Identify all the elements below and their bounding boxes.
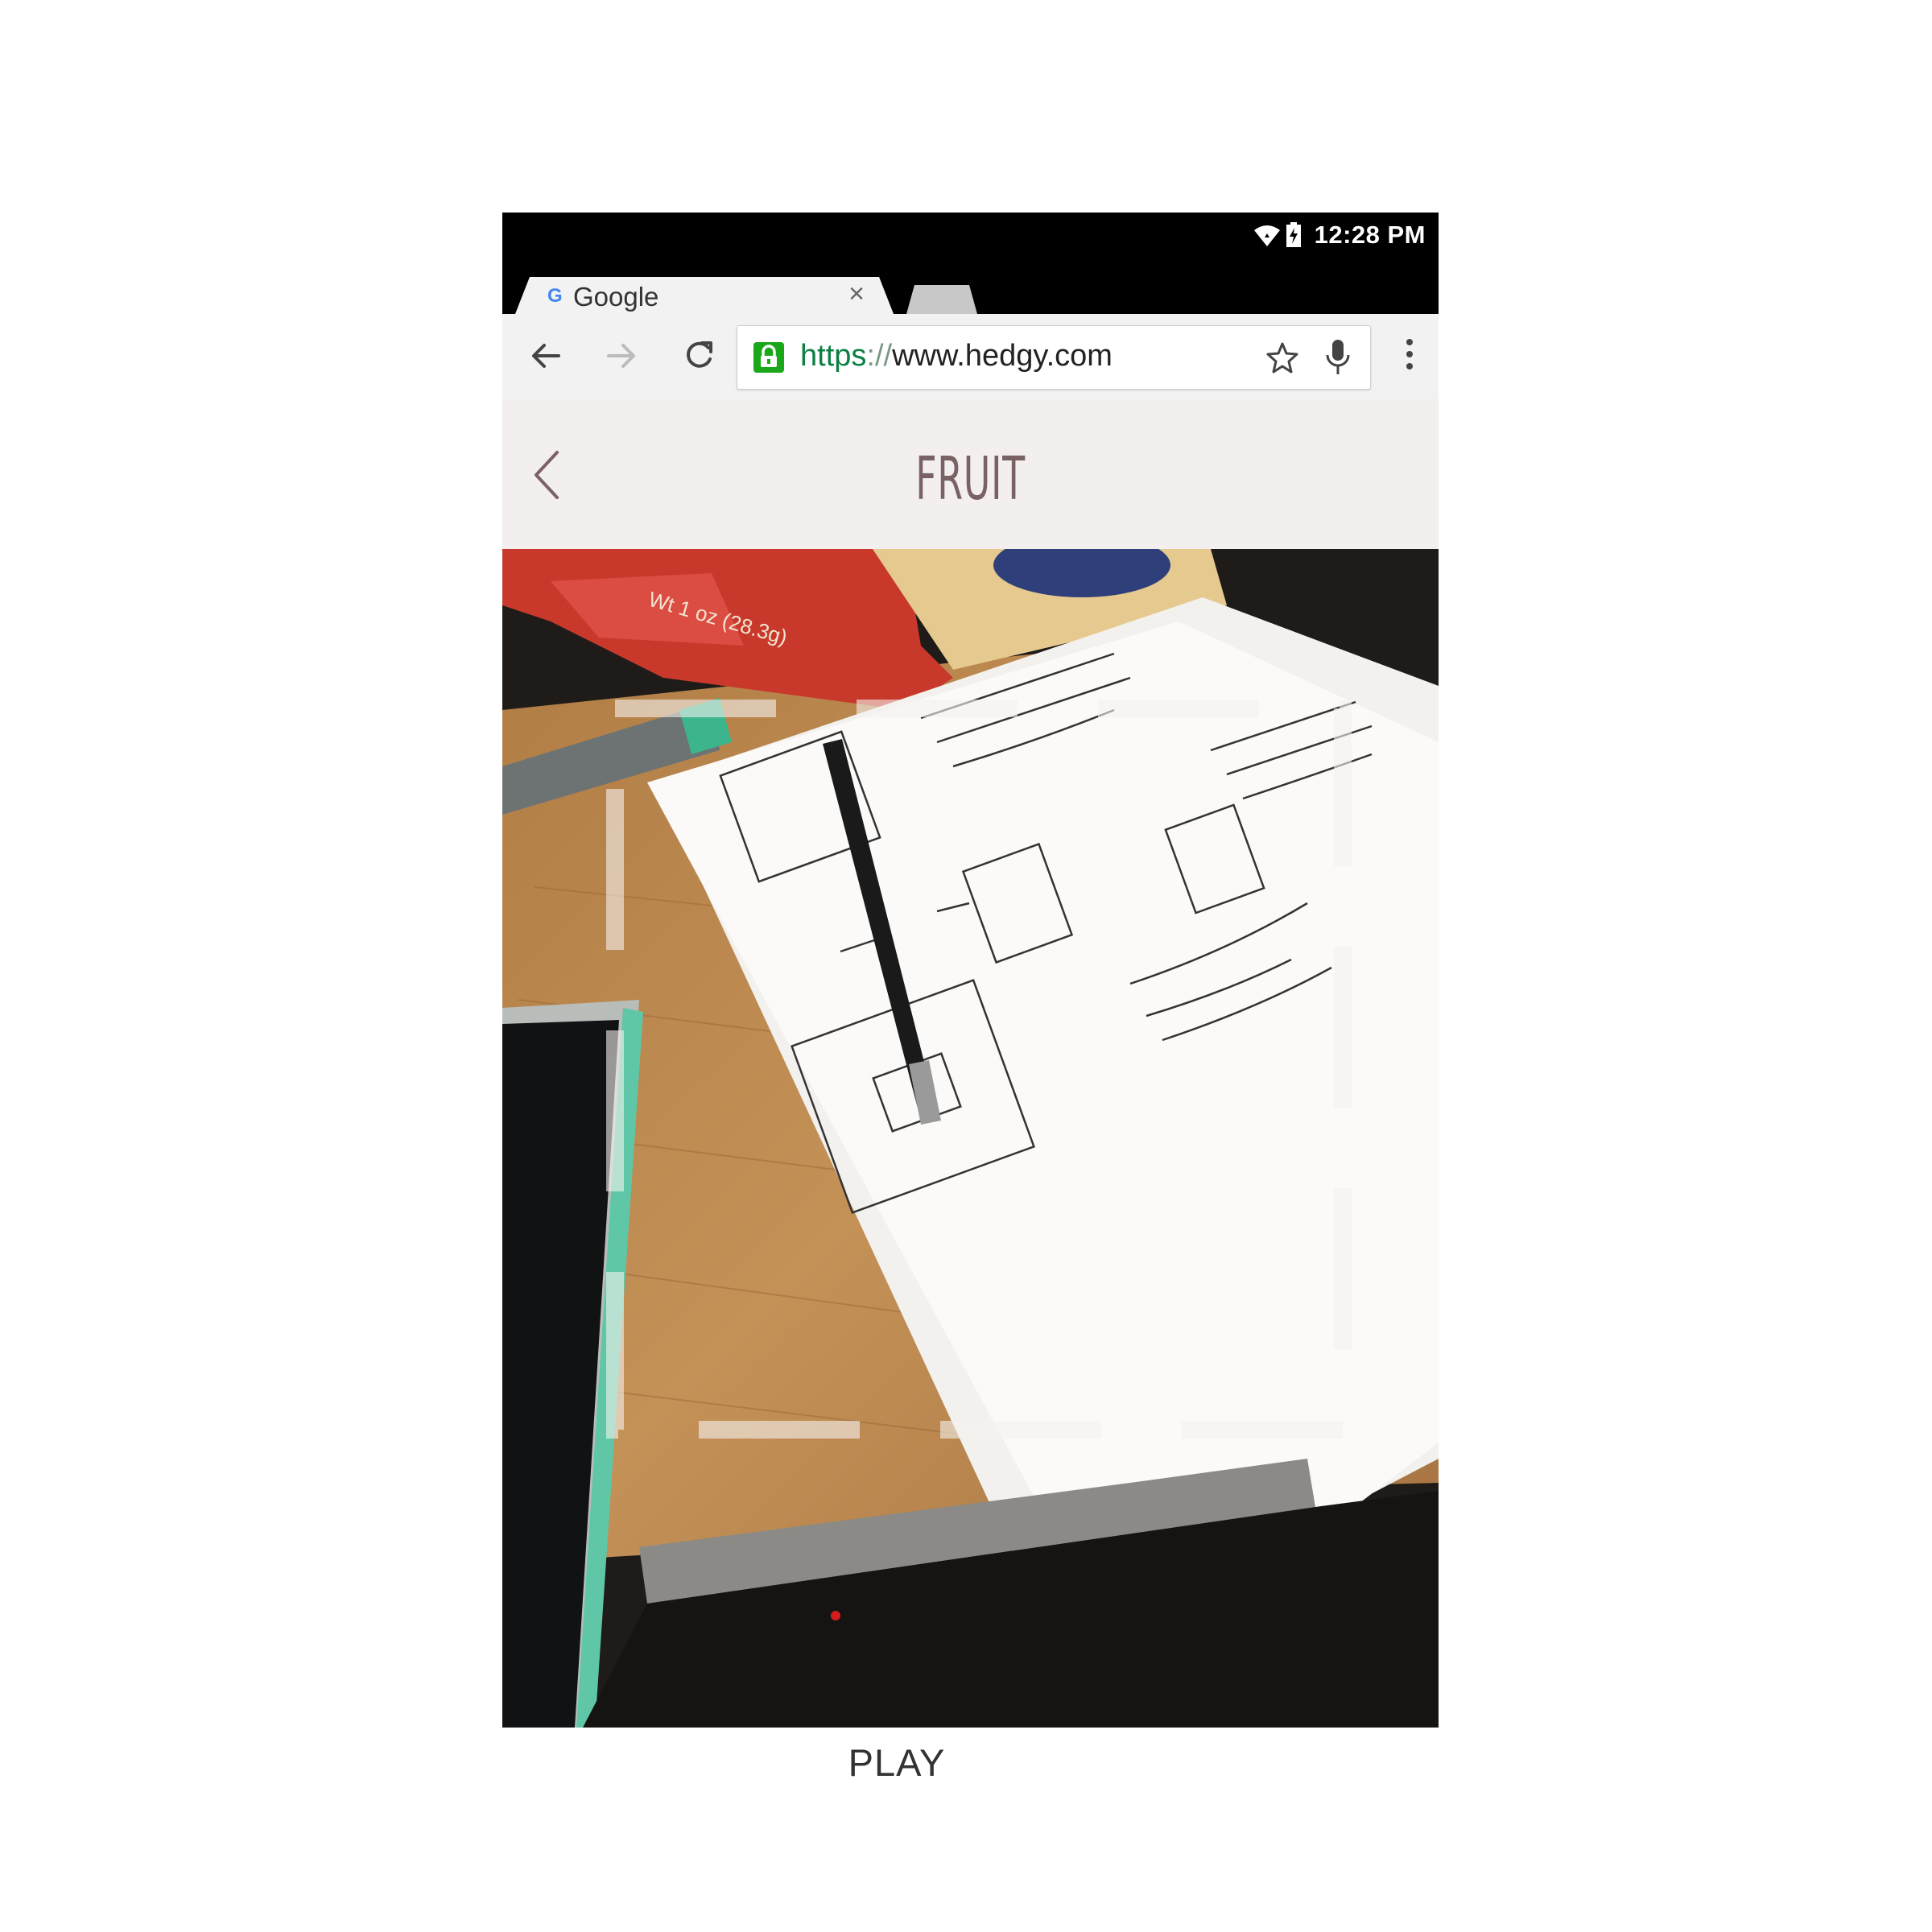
tab-close-icon[interactable]: ×	[848, 279, 865, 310]
status-bar: 12:28 PM	[502, 213, 1439, 261]
camera-view: Wt 1 oz (28.3g)	[502, 549, 1439, 1728]
tab-strip: G Google ×	[502, 261, 1439, 314]
menu-icon[interactable]	[1405, 336, 1414, 372]
lock-icon	[753, 342, 784, 373]
url-host: www.hedgy.com	[892, 339, 1113, 373]
browser-tab[interactable]: G Google ×	[515, 277, 894, 314]
battery-charging-icon	[1286, 222, 1301, 247]
play-label[interactable]: PLAY	[832, 1740, 961, 1785]
url-text: https://www.hedgy.com	[800, 339, 1113, 374]
wifi-icon	[1254, 225, 1280, 246]
url-scheme: https	[800, 339, 867, 373]
status-time: 12:28 PM	[1314, 221, 1426, 249]
page-title: FRUIT	[915, 444, 1026, 514]
tab-title: Google	[573, 282, 659, 312]
back-arrow-icon[interactable]	[530, 336, 562, 375]
address-bar[interactable]: https://www.hedgy.com	[737, 325, 1371, 390]
new-tab-button[interactable]	[906, 285, 977, 314]
reload-icon[interactable]	[681, 336, 716, 375]
app-header: FRUIT	[502, 399, 1439, 549]
chevron-left-icon[interactable]	[531, 449, 564, 501]
star-icon[interactable]	[1265, 341, 1299, 374]
url-separator: ://	[866, 339, 893, 373]
forward-arrow-icon[interactable]	[605, 336, 638, 375]
device-screen: 12:28 PM G Google × https://www.hedgy.co…	[502, 213, 1439, 1728]
mic-icon[interactable]	[1323, 337, 1352, 378]
google-favicon-icon: G	[547, 285, 563, 307]
camera-feed-image: Wt 1 oz (28.3g)	[502, 549, 1439, 1728]
browser-toolbar: https://www.hedgy.com	[502, 314, 1439, 399]
